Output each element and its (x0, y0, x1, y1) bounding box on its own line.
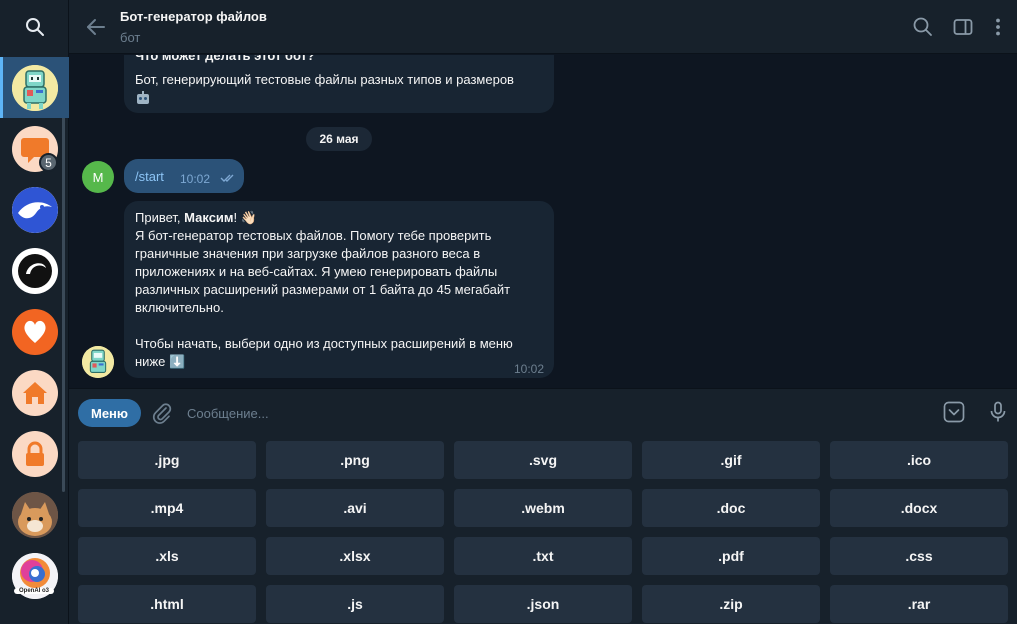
chat-title[interactable]: Бот-генератор файлов (120, 9, 267, 24)
attach-icon[interactable] (150, 401, 174, 425)
message-time: 10:02 (180, 172, 211, 186)
keyboard-button-css[interactable]: .css (830, 537, 1008, 575)
microphone-icon[interactable] (986, 400, 1010, 424)
chat-avatar (11, 430, 58, 477)
chat-item-8[interactable] (0, 484, 69, 545)
search-button[interactable] (0, 0, 69, 54)
sidebar-toggle-icon[interactable] (951, 15, 975, 39)
bot-text-line: граничные значения при загрузке файлов р… (135, 246, 481, 261)
bot-text-line: различных расширений размерами от 1 байт… (135, 282, 511, 297)
chat-list-rail: 5 OpenAI o3 (0, 0, 69, 624)
keyboard-button-pdf[interactable]: .pdf (642, 537, 820, 575)
keyboard-toggle-icon[interactable] (942, 400, 966, 424)
chat-header: Бот-генератор файлов бот (69, 0, 1017, 54)
search-icon (25, 18, 44, 36)
chat-avatar (11, 491, 58, 538)
robot-emoji-icon (135, 90, 151, 106)
chat-avatar (11, 247, 58, 294)
bot-text-line: Чтобы начать, выбери одно из доступных р… (135, 336, 513, 351)
keyboard-button-json[interactable]: .json (454, 585, 632, 623)
keyboard-button-xlsx[interactable]: .xlsx (266, 537, 444, 575)
telegram-window: 5 OpenAI o3 Бот-генератор файлов бот Что… (0, 0, 1017, 624)
bot-menu-button[interactable]: Меню (78, 399, 141, 427)
bot-intro-text: Бот, генерирующий тестовые файлы разных … (135, 72, 514, 87)
keyboard-button-rar[interactable]: .rar (830, 585, 1008, 623)
bot-greeting: Привет, Максим! 👋🏻 (135, 210, 257, 225)
bot-text-line: приложениях и на веб-сайтах. Я умею гене… (135, 264, 498, 279)
keyboard-button-zip[interactable]: .zip (642, 585, 820, 623)
start-command-link[interactable]: /start (135, 168, 164, 186)
message-composer: Меню (69, 388, 1017, 436)
search-icon[interactable] (911, 15, 935, 39)
chat-subtitle: бот (120, 30, 141, 45)
user-message: /start 10:02 (124, 159, 244, 193)
keyboard-button-html[interactable]: .html (78, 585, 256, 623)
bot-intro-heading: Что может делать этот бот? (135, 55, 315, 63)
chat-item-5[interactable] (0, 301, 69, 362)
keyboard-button-png[interactable]: .png (266, 441, 444, 479)
more-vertical-icon[interactable] (986, 15, 1010, 39)
back-arrow-icon[interactable] (83, 14, 109, 40)
date-divider: 26 мая (306, 127, 372, 151)
keyboard-button-doc[interactable]: .doc (642, 489, 820, 527)
chat-item-4[interactable] (0, 240, 69, 301)
chat-avatar (11, 369, 58, 416)
bot-avatar (11, 64, 58, 111)
chat-avatar (11, 186, 58, 233)
user-avatar-letter: М (92, 169, 104, 185)
keyboard-button-avi[interactable]: .avi (266, 489, 444, 527)
bot-text-line: ниже ⬇️ (135, 354, 186, 369)
bot-welcome-message: Привет, Максим! 👋🏻 Я бот-генератор тесто… (124, 201, 554, 378)
keyboard-button-xls[interactable]: .xls (78, 537, 256, 575)
keyboard-button-webm[interactable]: .webm (454, 489, 632, 527)
chat-avatar (11, 308, 58, 355)
double-check-icon (220, 174, 234, 182)
keyboard-button-svg[interactable]: .svg (454, 441, 632, 479)
user-name: Максим (184, 210, 234, 225)
keyboard-button-jpg[interactable]: .jpg (78, 441, 256, 479)
message-list[interactable]: Что может делать этот бот? Бот, генериру… (69, 55, 1017, 388)
chat-item-7[interactable] (0, 423, 69, 484)
bot-text-line: Я бот-генератор тестовых файлов. Помогу … (135, 228, 492, 243)
keyboard-button-mp4[interactable]: .mp4 (78, 489, 256, 527)
bot-text-line: включительно. (135, 300, 224, 315)
bot-intro-message: Что может делать этот бот? Бот, генериру… (124, 55, 554, 113)
message-input[interactable] (187, 401, 907, 425)
message-time: 10:02 (514, 362, 545, 376)
user-avatar[interactable]: М (82, 161, 114, 193)
keyboard-button-js[interactable]: .js (266, 585, 444, 623)
bot-reply-keyboard: .jpg .png .svg .gif .ico .mp4 .avi .webm .doc .do… (69, 436, 1017, 624)
chat-item-file-generator-bot[interactable] (0, 57, 69, 118)
keyboard-button-txt[interactable]: .txt (454, 537, 632, 575)
openai-avatar-label: OpenAI o3 (14, 588, 54, 594)
bot-avatar[interactable] (82, 346, 114, 378)
chat-item-openai[interactable]: OpenAI o3 (0, 545, 69, 606)
keyboard-button-docx[interactable]: .docx (830, 489, 1008, 527)
unread-badge: 5 (39, 153, 58, 172)
keyboard-button-gif[interactable]: .gif (642, 441, 820, 479)
chat-list: 5 OpenAI o3 (0, 57, 69, 606)
chat-item-3[interactable] (0, 179, 69, 240)
keyboard-button-ico[interactable]: .ico (830, 441, 1008, 479)
chat-item-6[interactable] (0, 362, 69, 423)
chat-item-2[interactable]: 5 (0, 118, 69, 179)
